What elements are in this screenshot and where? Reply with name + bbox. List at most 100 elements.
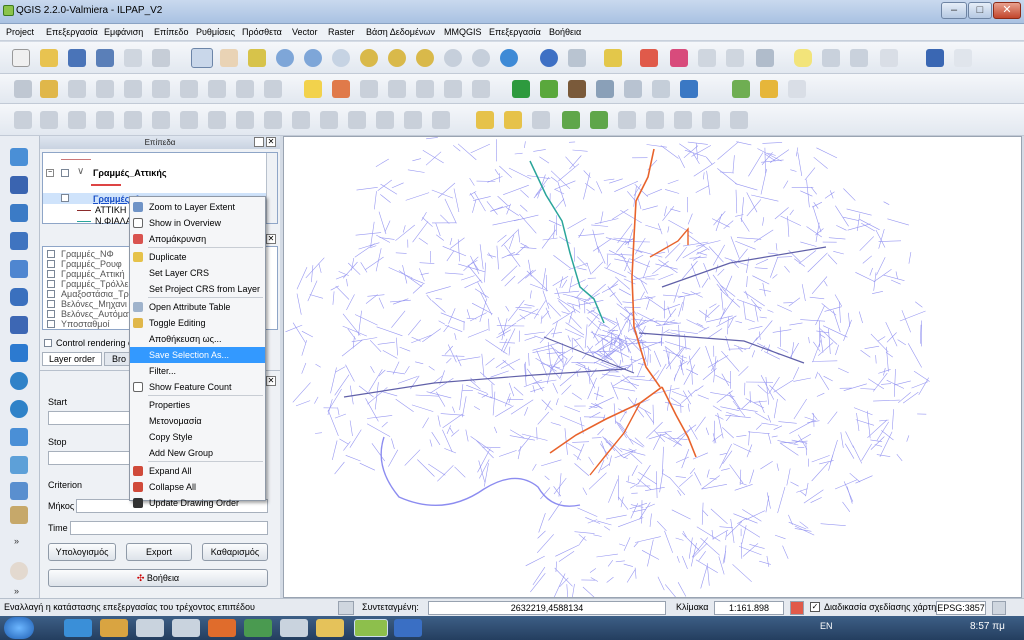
save-edits-icon[interactable] xyxy=(68,80,86,98)
chrome-icon[interactable] xyxy=(244,619,272,637)
context-menu-item[interactable]: Properties xyxy=(130,397,265,413)
zoom-layer-icon[interactable] xyxy=(416,49,434,67)
add-wcs-icon[interactable] xyxy=(10,344,28,362)
menu-edit[interactable]: Επεξεργασία xyxy=(46,27,98,37)
select-features-icon[interactable] xyxy=(604,49,622,67)
help-icon[interactable] xyxy=(926,49,944,67)
clock[interactable]: 8:57 πμ xyxy=(970,621,1005,632)
language-indicator[interactable]: EN xyxy=(820,621,833,631)
zoom-out-icon[interactable] xyxy=(304,49,322,67)
context-menu-item[interactable]: Add New Group xyxy=(130,445,265,461)
start-orb-icon[interactable] xyxy=(4,617,34,639)
layer-group-name[interactable]: Γραμμές_Αττικής xyxy=(93,168,167,178)
zoom-in-icon[interactable] xyxy=(276,49,294,67)
add-plugin-layer-icon[interactable] xyxy=(10,456,28,474)
order-item[interactable]: Γραμμές_ΝΦ xyxy=(61,249,114,259)
rotate-label-icon[interactable] xyxy=(444,80,462,98)
layer-checkbox[interactable] xyxy=(61,194,69,202)
delete-part-icon[interactable] xyxy=(236,111,254,129)
add-delimited-icon[interactable] xyxy=(10,400,28,418)
stop-input[interactable] xyxy=(48,451,138,465)
firefox-icon[interactable] xyxy=(208,619,236,637)
measure-icon[interactable] xyxy=(698,49,716,67)
reshape-icon[interactable] xyxy=(264,111,282,129)
merge-features-icon[interactable] xyxy=(376,111,394,129)
bookmarks-icon[interactable] xyxy=(850,49,868,67)
fill-ring-icon[interactable] xyxy=(180,111,198,129)
offset-curve-icon[interactable] xyxy=(292,111,310,129)
redo-icon[interactable] xyxy=(40,111,58,129)
plugin-hd-icon[interactable] xyxy=(540,80,558,98)
zoom-next-icon[interactable] xyxy=(472,49,490,67)
stop-render-icon[interactable] xyxy=(790,601,804,615)
add-wms-icon[interactable] xyxy=(10,316,28,334)
map-tips-icon[interactable] xyxy=(756,49,774,67)
show-labels-icon[interactable] xyxy=(388,80,406,98)
coordinate-toggle-icon[interactable] xyxy=(338,601,354,615)
map-canvas[interactable] xyxy=(283,136,1022,612)
close-order-icon[interactable]: ✕ xyxy=(266,234,276,244)
context-menu-item[interactable]: Zoom to Layer Extent xyxy=(130,199,265,215)
order-item[interactable]: Αμαξοστάσια_Τρό xyxy=(61,289,134,299)
plugin-grid-icon[interactable] xyxy=(760,80,778,98)
context-menu-item[interactable]: Filter... xyxy=(130,363,265,379)
order-checkbox[interactable] xyxy=(47,290,55,298)
current-edits-icon[interactable] xyxy=(14,80,32,98)
deselect-icon[interactable] xyxy=(640,49,658,67)
add-feature-icon[interactable] xyxy=(96,80,114,98)
open-project-icon[interactable] xyxy=(40,49,58,67)
context-menu-item[interactable]: Set Project CRS from Layer xyxy=(130,281,265,297)
help-button[interactable]: ✣ Βοήθεια xyxy=(48,569,268,587)
expand-strip-icon[interactable]: » xyxy=(14,536,24,546)
order-item[interactable]: Γραμμές_Ρουφ xyxy=(61,259,122,269)
scale-field[interactable]: 1:161.898 xyxy=(714,601,784,615)
order-checkbox[interactable] xyxy=(47,250,55,258)
menu-database[interactable]: Βάση Δεδομένων xyxy=(366,27,435,37)
clear-button[interactable]: Καθαρισμός xyxy=(202,543,268,561)
app-2-icon[interactable] xyxy=(280,619,308,637)
plugin-tool-2-icon[interactable] xyxy=(618,111,636,129)
add-oracle-icon[interactable] xyxy=(10,288,28,306)
zoom-full-icon[interactable] xyxy=(360,49,378,67)
context-menu-item[interactable]: Show in Overview xyxy=(130,215,265,231)
new-project-icon[interactable] xyxy=(12,49,30,67)
plugin-tool-icon[interactable] xyxy=(532,111,550,129)
collapse-toggle-icon[interactable]: − xyxy=(46,169,54,177)
group-checkbox[interactable] xyxy=(61,169,69,177)
add-wfs-icon[interactable] xyxy=(10,372,28,390)
text-annotation-icon[interactable] xyxy=(880,49,898,67)
plugin-tool-4-icon[interactable] xyxy=(674,111,692,129)
order-item[interactable]: Γραμμές_Αττική xyxy=(61,269,125,279)
context-menu-item[interactable]: Αποθήκευση ως... xyxy=(130,331,265,347)
expression-icon[interactable] xyxy=(670,49,688,67)
pin-labels-icon[interactable] xyxy=(360,80,378,98)
menu-raster[interactable]: Raster xyxy=(328,27,355,37)
messages-icon[interactable] xyxy=(992,601,1006,615)
add-postgis-icon[interactable] xyxy=(10,204,28,222)
identify-icon[interactable] xyxy=(540,49,558,67)
epsg-button[interactable]: EPSG:3857 xyxy=(936,601,986,615)
save-project-icon[interactable] xyxy=(68,49,86,67)
hand-icon[interactable] xyxy=(220,49,238,67)
context-menu-item[interactable]: Toggle Editing xyxy=(130,315,265,331)
context-menu-item[interactable]: Set Layer CRS xyxy=(130,265,265,281)
plugin-tool-6-icon[interactable] xyxy=(730,111,748,129)
add-vector-icon[interactable] xyxy=(10,148,28,166)
context-menu-item[interactable]: Duplicate xyxy=(130,249,265,265)
float-panel-icon[interactable] xyxy=(254,137,264,147)
plugin-yellow-2-icon[interactable] xyxy=(504,111,522,129)
menu-plugins[interactable]: Πρόσθετα xyxy=(242,27,282,37)
context-menu-item[interactable]: Save Selection As... xyxy=(130,347,265,363)
word-icon[interactable] xyxy=(394,619,422,637)
rotate-feature-icon[interactable] xyxy=(68,111,86,129)
menu-processing[interactable]: Επεξεργασία xyxy=(489,27,541,37)
plugin-export-icon[interactable] xyxy=(624,80,642,98)
order-checkbox[interactable] xyxy=(47,280,55,288)
simplify-icon[interactable] xyxy=(96,111,114,129)
label-style-icon[interactable] xyxy=(332,80,350,98)
close-panel-icon[interactable]: ✕ xyxy=(266,137,276,147)
context-menu-item[interactable]: Απομάκρυνση xyxy=(130,231,265,247)
maximize-button[interactable]: □ xyxy=(968,2,992,19)
new-shapefile-icon[interactable] xyxy=(10,482,28,500)
control-rendering-checkbox[interactable] xyxy=(44,339,52,347)
